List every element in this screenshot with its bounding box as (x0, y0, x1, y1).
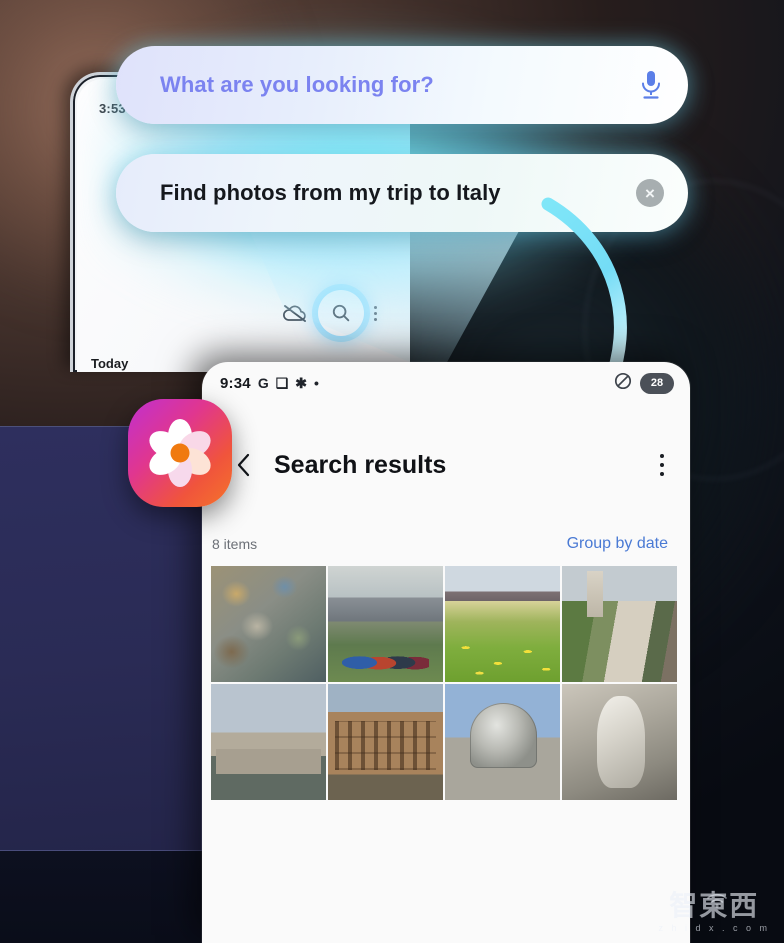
close-circle-icon[interactable]: × (636, 179, 664, 207)
assistant-prompt-text: What are you looking for? (160, 72, 434, 97)
flower-center (170, 443, 190, 463)
photo-thumbnail[interactable] (562, 684, 677, 800)
back-chevron-icon[interactable] (236, 452, 252, 478)
photo-thumbnail[interactable] (562, 566, 677, 682)
search-button[interactable] (318, 290, 364, 336)
wifi-icon (707, 893, 727, 908)
status-time: 9:34 (220, 374, 251, 392)
status-bar-right: 28 (614, 372, 674, 395)
image-icon: ❑ (275, 375, 289, 391)
items-count: 8 items (212, 536, 258, 552)
background-phone-section-label: Today (91, 356, 129, 371)
cloud-off-icon (282, 303, 308, 323)
results-header: Search results (202, 436, 690, 494)
search-icon (332, 304, 350, 322)
assistant-prompt-bar[interactable]: What are you looking for? (116, 46, 688, 124)
photo-thumbnail[interactable] (328, 566, 443, 682)
samsung-gallery-icon (128, 399, 232, 507)
status-bar: 9:34 G ❑ ✱ • 28 (202, 362, 690, 404)
status-bar-left: 9:34 G ❑ ✱ • (220, 375, 319, 392)
more-vertical-icon[interactable] (374, 305, 377, 321)
gallery-toolbar (282, 290, 377, 336)
photo-thumbnail[interactable] (445, 566, 560, 682)
snowflake-icon: ✱ (295, 375, 308, 391)
battery-indicator: 28 (640, 372, 674, 394)
photo-thumbnail[interactable] (445, 684, 560, 800)
photo-thumbnail[interactable] (211, 684, 326, 800)
assistant-query-text: Find photos from my trip to Italy (160, 180, 501, 205)
group-by-date-link[interactable]: Group by date (567, 535, 668, 553)
assistant-query-bar[interactable]: Find photos from my trip to Italy × (116, 154, 688, 232)
more-vertical-icon[interactable] (660, 454, 664, 476)
flower-glyph (143, 416, 217, 490)
page-title: Search results (274, 450, 447, 479)
background-dark-panel (0, 851, 202, 943)
do-not-disturb-icon (614, 372, 632, 395)
photo-thumbnail[interactable] (328, 684, 443, 800)
dot-icon: • (314, 375, 319, 391)
screenshot-stage: 3:53 Today What are you looking for? Fin… (0, 0, 784, 943)
photo-thumbnail[interactable] (211, 566, 326, 682)
results-meta-row: 8 items Group by date (202, 530, 690, 558)
photo-grid (211, 566, 677, 800)
google-g-icon: G (257, 375, 269, 391)
search-results-card: 9:34 G ❑ ✱ • 28 Search results 8 items G… (202, 362, 690, 943)
microphone-icon[interactable] (638, 69, 664, 101)
